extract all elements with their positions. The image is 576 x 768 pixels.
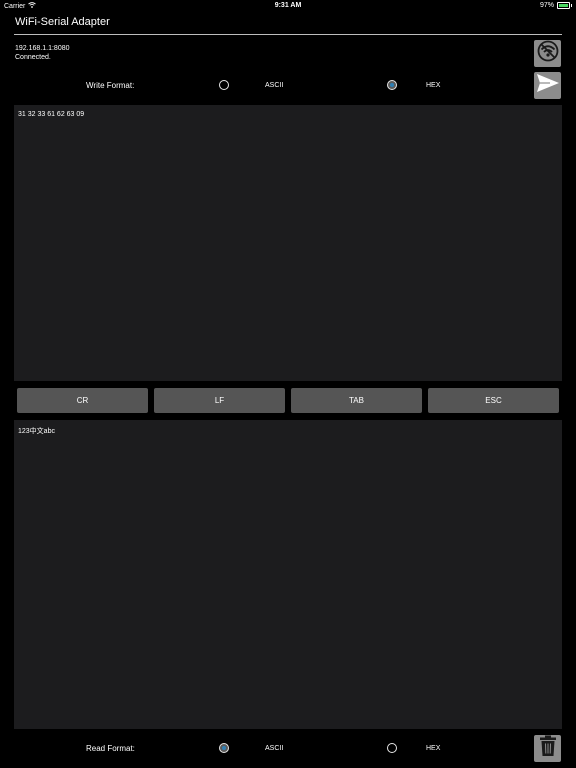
write-format-ascii-label: ASCII [265,82,284,89]
title-divider [14,34,562,35]
write-text-area[interactable]: 31 32 33 61 62 63 09 [14,105,562,381]
battery-tip [571,4,572,7]
disconnect-button[interactable] [534,40,561,67]
status-time: 9:31 AM [274,2,302,9]
battery-icon [557,2,570,9]
connection-status: Connected. [15,54,51,61]
lf-key-button[interactable]: LF [154,388,285,413]
read-format-ascii-label: ASCII [265,745,284,752]
read-format-ascii-radio[interactable] [219,743,229,753]
connection-address: 192.168.1.1:8080 [15,45,70,52]
status-right: 97% [540,2,572,9]
read-format-hex-radio[interactable] [387,743,397,753]
send-button[interactable] [534,72,561,99]
read-format-label: Read Format: [86,744,135,753]
clear-button[interactable] [534,735,561,762]
page-title: WiFi-Serial Adapter [15,16,110,28]
send-icon [536,73,560,98]
app-screen: Carrier 9:31 AM 97% WiFi-Serial Adapter … [0,0,576,768]
battery-fill [559,4,568,7]
cr-key-button[interactable]: CR [17,388,148,413]
status-bar: Carrier 9:31 AM 97% [0,0,576,12]
trash-icon [539,735,557,762]
read-format-hex-label: HEX [426,745,441,752]
wifi-off-icon [537,40,559,67]
write-format-label: Write Format: [86,81,135,90]
battery-percent: 97% [539,2,554,9]
write-format-hex-label: HEX [426,82,441,89]
write-format-ascii-radio[interactable] [219,80,229,90]
tab-key-button[interactable]: TAB [291,388,422,413]
esc-key-button[interactable]: ESC [428,388,559,413]
write-format-hex-radio[interactable] [387,80,397,90]
read-text-area[interactable]: 123中文abc [14,420,562,729]
